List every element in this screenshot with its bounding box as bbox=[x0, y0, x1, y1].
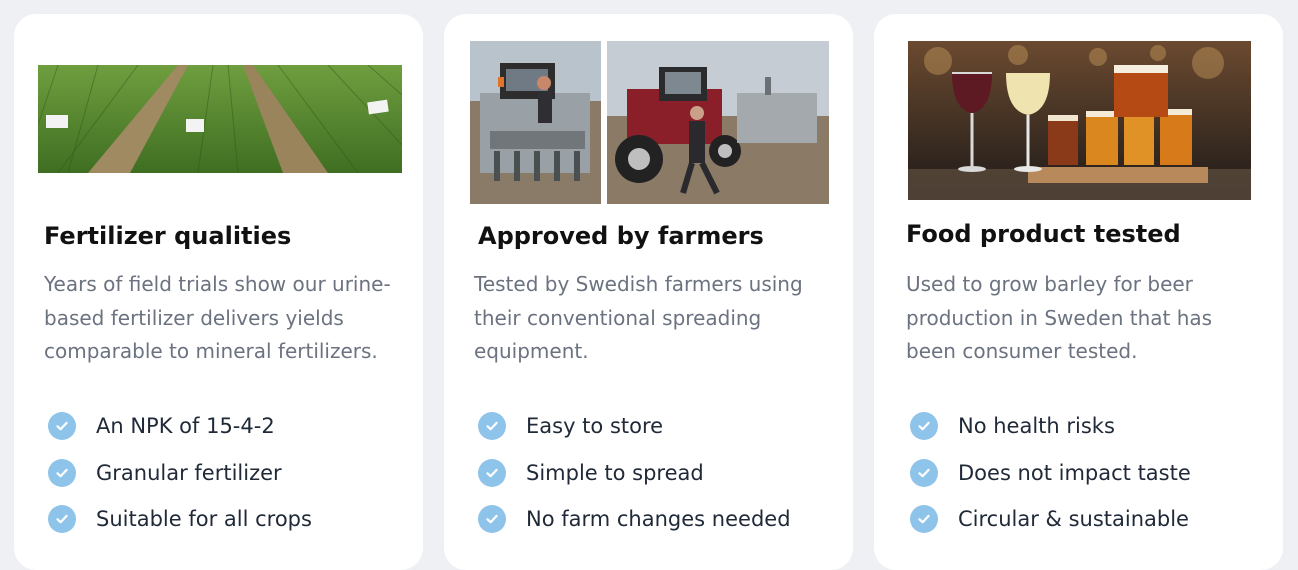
check-circle-icon bbox=[478, 412, 506, 441]
check-circle-icon bbox=[910, 458, 938, 487]
feature-item: Circular & sustainable bbox=[910, 496, 1191, 543]
tractor-farmer-image-right bbox=[607, 41, 829, 204]
feature-item: Easy to store bbox=[478, 403, 791, 450]
check-circle-icon bbox=[910, 412, 938, 441]
feature-item: No health risks bbox=[910, 403, 1191, 450]
card-title: Food product tested bbox=[906, 220, 1181, 248]
check-circle-icon bbox=[910, 505, 938, 534]
feature-label: No farm changes needed bbox=[526, 507, 791, 532]
feature-label: Suitable for all crops bbox=[96, 507, 312, 532]
feature-label: Easy to store bbox=[526, 414, 664, 439]
feature-item: An NPK of 15-4-2 bbox=[48, 403, 312, 450]
feature-item: Suitable for all crops bbox=[48, 496, 312, 543]
feature-item: Simple to spread bbox=[478, 450, 791, 497]
card-approved-by-farmers: Approved by farmers Tested by Swedish fa… bbox=[444, 14, 853, 570]
check-circle-icon bbox=[478, 505, 506, 534]
feature-label: Circular & sustainable bbox=[958, 507, 1189, 532]
card-description: Years of field trials show our urine-bas… bbox=[44, 272, 391, 363]
wheat-field-trial-image bbox=[38, 65, 402, 173]
check-circle-icon bbox=[48, 505, 76, 534]
tractor-spreader-image-left bbox=[470, 41, 601, 204]
feature-list: No health risks Does not impact taste Ci… bbox=[910, 403, 1191, 543]
check-circle-icon bbox=[48, 412, 76, 441]
card-title: Fertilizer qualities bbox=[44, 222, 292, 250]
feature-item: Does not impact taste bbox=[910, 450, 1191, 497]
feature-label: Granular fertilizer bbox=[96, 460, 282, 485]
feature-item: Granular fertilizer bbox=[48, 450, 312, 497]
card-description: Used to grow barley for beer production … bbox=[906, 272, 1213, 363]
feature-list: An NPK of 15-4-2 Granular fertilizer Sui… bbox=[48, 403, 312, 543]
check-circle-icon bbox=[48, 458, 76, 487]
feature-item: No farm changes needed bbox=[478, 496, 791, 543]
card-fertilizer-qualities: Fertilizer qualities Years of field tria… bbox=[14, 14, 423, 570]
feature-label: Does not impact taste bbox=[958, 460, 1191, 485]
beer-wine-glasses-image bbox=[908, 41, 1251, 200]
card-description: Tested by Swedish farmers using their co… bbox=[474, 272, 803, 363]
check-circle-icon bbox=[478, 458, 506, 487]
feature-label: An NPK of 15-4-2 bbox=[96, 414, 275, 439]
feature-list: Easy to store Simple to spread No farm c… bbox=[478, 403, 791, 543]
feature-label: Simple to spread bbox=[526, 460, 704, 485]
card-title: Approved by farmers bbox=[478, 222, 764, 250]
card-food-product-tested: Food product tested Used to grow barley … bbox=[874, 14, 1283, 570]
feature-label: No health risks bbox=[958, 414, 1115, 439]
